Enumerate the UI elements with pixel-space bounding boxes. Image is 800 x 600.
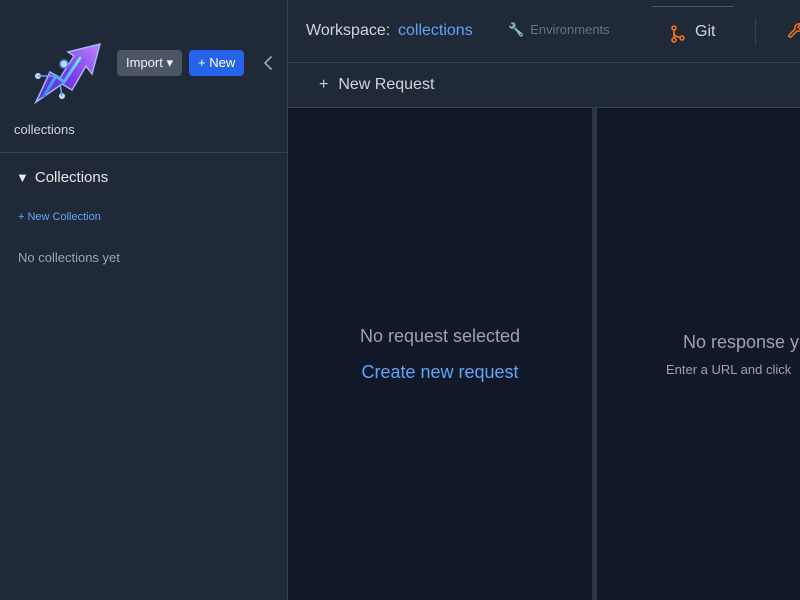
top-bar: Workspace: collections 🔧 Environments Git	[288, 0, 800, 63]
app-logo-icon	[34, 42, 102, 105]
new-request-label: New Request	[338, 76, 435, 93]
new-button[interactable]: + New	[189, 50, 245, 76]
sidebar: Import ▾ + New collections ▼ Collections …	[0, 0, 288, 600]
empty-collections-text: No collections yet	[18, 250, 120, 265]
git-label: Git	[695, 23, 716, 40]
request-pane: No request selected Create new request	[288, 108, 592, 600]
wrench-icon[interactable]	[788, 22, 800, 40]
environments-label: Environments	[530, 22, 610, 37]
new-request-button[interactable]: + New Request	[319, 76, 434, 94]
workspace-label: collections	[14, 122, 75, 137]
request-toolbar: + New Request	[288, 63, 800, 108]
wrench-icon: 🔧	[508, 22, 525, 37]
git-branch-icon	[671, 25, 685, 43]
collections-section-header[interactable]: ▼ Collections	[16, 169, 108, 186]
workspace-prefix: Workspace:	[306, 22, 391, 39]
toolbar-divider	[755, 18, 756, 45]
no-request-text: No request selected	[359, 326, 521, 346]
git-tab[interactable]: Git	[652, 6, 734, 56]
new-collection-link[interactable]: + New Collection	[18, 211, 101, 223]
environments-tab[interactable]: 🔧 Environments	[508, 22, 610, 38]
response-pane: No response y Enter a URL and click	[597, 108, 800, 600]
response-hint-text: Enter a URL and click	[666, 362, 792, 377]
create-request-link[interactable]: Create new request	[288, 362, 592, 383]
import-button[interactable]: Import ▾	[117, 50, 182, 76]
collections-title: Collections	[34, 169, 109, 186]
chevron-left-icon[interactable]	[260, 54, 276, 72]
workspace-name-link[interactable]: collections	[398, 22, 473, 40]
plus-icon: +	[319, 76, 329, 93]
no-response-text: No response y	[683, 332, 800, 352]
sidebar-header: Import ▾ + New collections	[0, 0, 287, 153]
collapse-triangle-icon: ▼	[16, 170, 29, 185]
